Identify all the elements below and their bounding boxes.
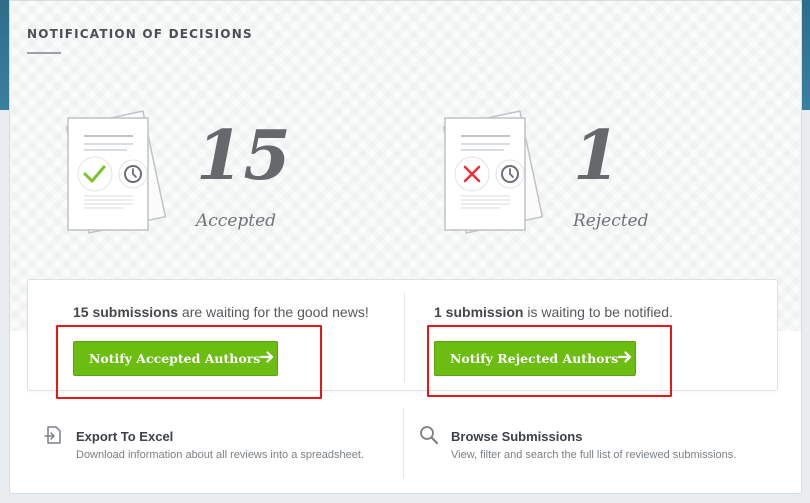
section-title: NOTIFICATION OF DECISIONS bbox=[27, 27, 253, 41]
browse-description: View, filter and search the full list of… bbox=[451, 449, 737, 461]
footer-divider bbox=[403, 408, 404, 478]
rejected-waiting-text: 1 submission is waiting to be notified. bbox=[434, 304, 673, 320]
browse-title: Browse Submissions bbox=[451, 429, 583, 444]
accepted-waiting-message: are waiting for the good news! bbox=[178, 304, 369, 320]
notify-rejected-authors-button[interactable]: Notify Rejected Authors bbox=[434, 341, 636, 376]
export-to-excel-link[interactable]: Export To Excel Download information abo… bbox=[44, 421, 394, 471]
accepted-label: Accepted bbox=[196, 211, 277, 231]
rejected-waiting-message: is waiting to be notified. bbox=[523, 304, 673, 320]
search-icon bbox=[420, 426, 439, 445]
title-underline bbox=[27, 52, 61, 54]
browse-submissions-link[interactable]: Browse Submissions View, filter and sear… bbox=[419, 421, 789, 471]
rejected-count: 1 bbox=[573, 116, 621, 196]
rejected-label: Rejected bbox=[573, 211, 649, 231]
accepted-count: 15 bbox=[196, 116, 291, 196]
actions-divider bbox=[404, 292, 405, 382]
notify-accepted-authors-button[interactable]: Notify Accepted Authors bbox=[73, 341, 278, 376]
accepted-stat: 15 Accepted bbox=[63, 106, 323, 246]
accepted-waiting-text: 15 submissions are waiting for the good … bbox=[73, 304, 369, 320]
arrow-right-icon bbox=[618, 351, 632, 366]
rejected-submissions-count: 1 submission bbox=[434, 304, 524, 320]
notify-accepted-label: Notify Accepted Authors bbox=[89, 351, 261, 366]
export-title: Export To Excel bbox=[76, 429, 174, 444]
notify-rejected-label: Notify Rejected Authors bbox=[450, 351, 619, 366]
decisions-panel: NOTIFICATION OF DECISIONS 15 Accepted 1 … bbox=[9, 0, 802, 494]
notify-actions-box: 15 submissions are waiting for the good … bbox=[27, 279, 778, 391]
export-file-icon bbox=[44, 426, 61, 444]
arrow-right-icon bbox=[260, 351, 274, 366]
accepted-submissions-count: 15 submissions bbox=[73, 304, 179, 320]
rejected-stat: 1 Rejected bbox=[440, 106, 700, 246]
accepted-document-icon bbox=[65, 110, 167, 234]
rejected-document-icon bbox=[442, 110, 544, 234]
export-description: Download information about all reviews i… bbox=[76, 449, 364, 461]
